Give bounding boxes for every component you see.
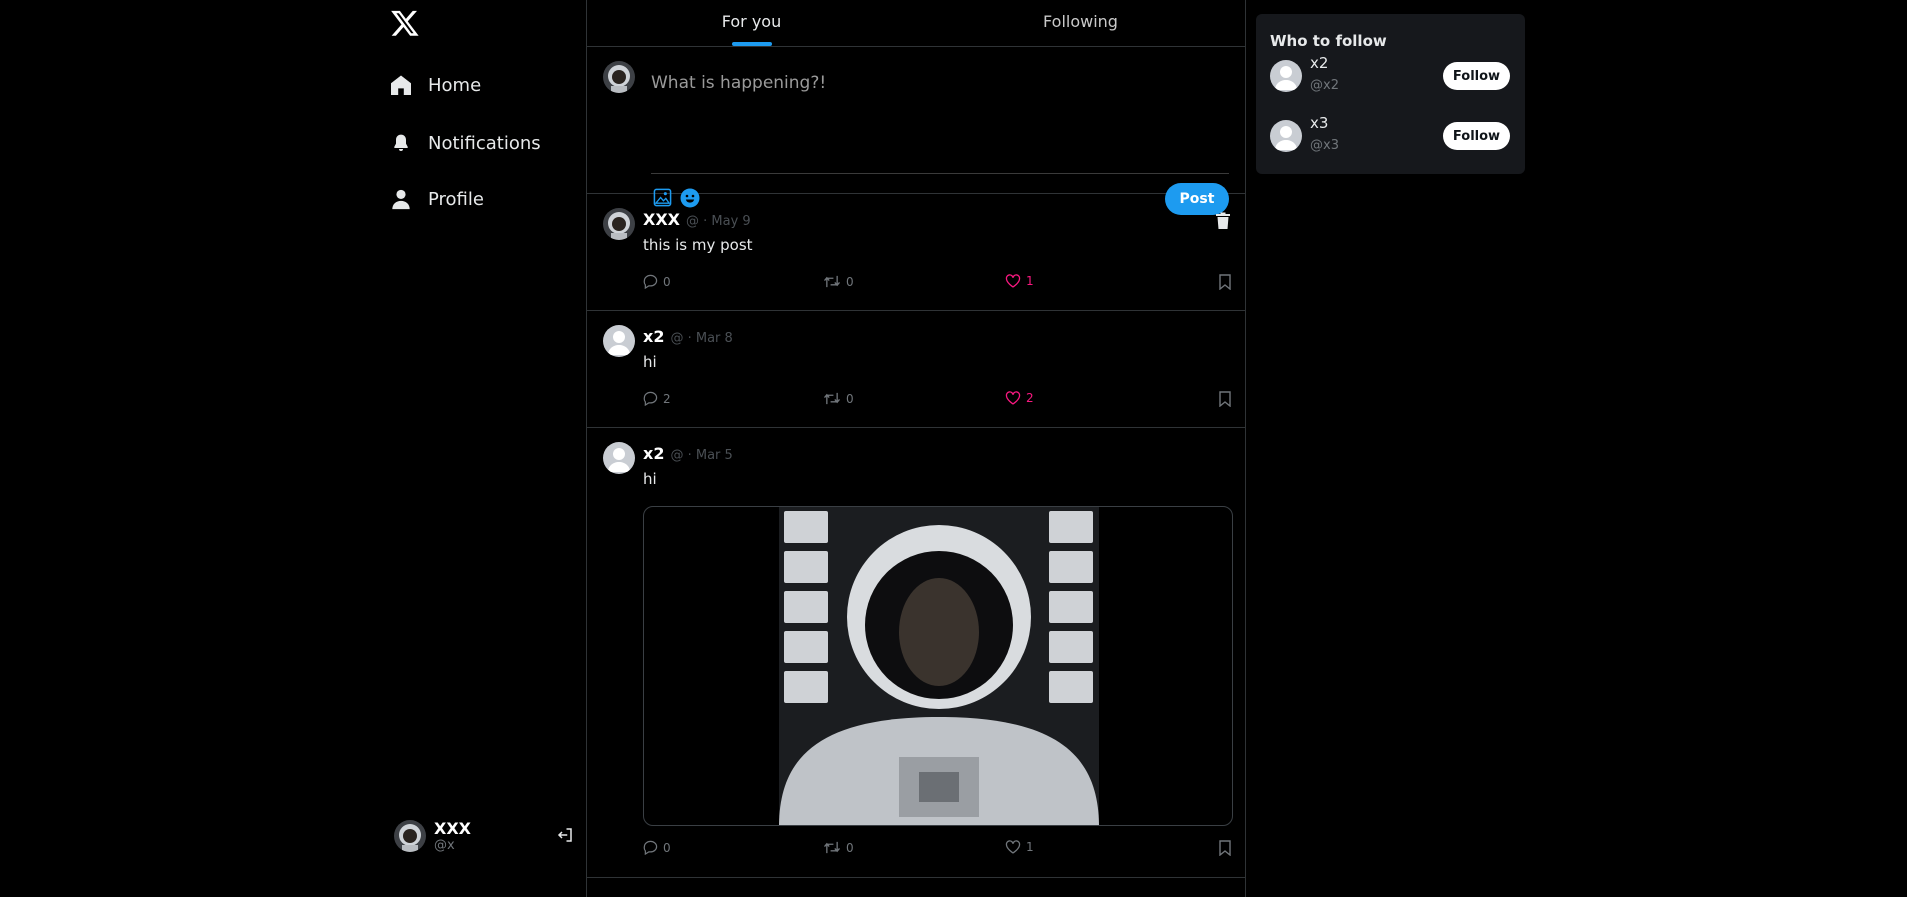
bell-icon <box>388 130 414 156</box>
nav-home[interactable]: Home <box>388 72 481 98</box>
post-meta: @ · Mar 5 <box>670 448 733 463</box>
follow-button[interactable]: Follow <box>1443 122 1510 150</box>
account-switcher[interactable]: XXX @x <box>394 816 580 856</box>
comment-icon <box>643 274 658 289</box>
compose-input[interactable] <box>651 63 1231 103</box>
bookmark-button[interactable] <box>1219 274 1231 290</box>
suggestion-handle: @x3 <box>1310 138 1339 153</box>
post-text: this is my post <box>643 236 753 254</box>
avatar <box>603 208 635 240</box>
post-actions: 0 0 1 <box>643 274 1233 292</box>
post-meta: @ · Mar 8 <box>670 331 733 346</box>
post-author[interactable]: x2 <box>643 444 664 463</box>
tab-following[interactable]: Following <box>916 0 1245 46</box>
repost-icon <box>823 840 841 855</box>
bookmark-button[interactable] <box>1219 391 1231 407</box>
tab-for-you[interactable]: For you <box>587 0 916 46</box>
post-actions: 0 0 1 <box>643 840 1233 858</box>
tab-for-you-label: For you <box>721 12 782 31</box>
post-text: hi <box>643 353 657 371</box>
home-icon <box>388 72 414 98</box>
timeline-tabs: For you Following <box>587 0 1245 47</box>
avatar <box>603 325 635 357</box>
reply-count: 2 <box>663 391 671 406</box>
avatar <box>1270 60 1302 92</box>
post-header: x2 @ · Mar 8 <box>643 327 733 346</box>
bookmark-icon <box>1219 274 1231 290</box>
who-to-follow-title: Who to follow <box>1270 32 1387 50</box>
astronaut-image <box>779 507 1099 825</box>
avatar <box>1270 120 1302 152</box>
post-author[interactable]: XXX <box>643 210 680 229</box>
reply-count: 0 <box>663 274 671 289</box>
reply-button[interactable]: 0 <box>643 840 671 855</box>
main-timeline: For you Following Post XXX @ · May <box>586 0 1246 897</box>
account-handle: @x <box>434 837 455 853</box>
nav-profile-label: Profile <box>428 188 484 210</box>
post-meta: @ · May 9 <box>686 214 751 229</box>
nav-notifications-label: Notifications <box>428 132 541 154</box>
like-count: 2 <box>1026 391 1034 405</box>
heart-icon <box>1005 274 1021 288</box>
post-author[interactable]: x2 <box>643 327 664 346</box>
nav-profile[interactable]: Profile <box>388 186 484 212</box>
bookmark-icon <box>1219 840 1231 856</box>
reply-button[interactable]: 0 <box>643 274 671 289</box>
avatar <box>603 442 635 474</box>
logout-icon[interactable] <box>556 826 574 844</box>
post-image[interactable] <box>643 506 1233 826</box>
left-sidebar: Home Notifications Profile XXX @x <box>380 0 586 897</box>
repost-count: 0 <box>846 840 854 855</box>
suggestion-name: x2 <box>1310 54 1329 72</box>
repost-button[interactable]: 0 <box>823 274 854 289</box>
like-count: 1 <box>1026 274 1034 288</box>
nav-home-label: Home <box>428 74 482 96</box>
reply-button[interactable]: 2 <box>643 391 671 406</box>
post-item[interactable]: x2 @ · Mar 8 hi 2 0 2 <box>587 311 1245 428</box>
x-logo-icon[interactable] <box>390 8 420 38</box>
heart-icon <box>1005 391 1021 405</box>
avatar <box>603 61 635 93</box>
heart-icon <box>1005 840 1021 854</box>
reply-count: 0 <box>663 840 671 855</box>
follow-suggestion[interactable]: x2 @x2 Follow <box>1270 54 1510 96</box>
delete-post-icon[interactable] <box>1215 212 1231 230</box>
post-header: XXX @ · May 9 <box>643 210 751 229</box>
repost-icon <box>823 274 841 289</box>
comment-icon <box>643 840 658 855</box>
bookmark-button[interactable] <box>1219 840 1231 856</box>
tab-following-label: Following <box>1043 12 1118 31</box>
repost-button[interactable]: 0 <box>823 391 854 406</box>
suggestion-handle: @x2 <box>1310 78 1339 93</box>
suggestion-name: x3 <box>1310 114 1329 132</box>
like-button[interactable]: 1 <box>1005 840 1034 854</box>
follow-suggestion[interactable]: x3 @x3 Follow <box>1270 114 1510 156</box>
who-to-follow-panel: Who to follow x2 @x2 Follow x3 @x3 Follo… <box>1256 14 1525 174</box>
active-tab-indicator <box>731 42 772 46</box>
comment-icon <box>643 391 658 406</box>
repost-count: 0 <box>846 391 854 406</box>
post-item[interactable]: x2 @ · Mar 5 hi 0 0 1 <box>587 428 1245 878</box>
follow-button[interactable]: Follow <box>1443 62 1510 90</box>
avatar <box>394 820 426 852</box>
nav-notifications[interactable]: Notifications <box>388 130 541 156</box>
account-name: XXX <box>434 818 472 838</box>
post-actions: 2 0 2 <box>643 391 1233 409</box>
composer-divider <box>651 173 1229 174</box>
like-count: 1 <box>1026 840 1034 854</box>
post-item[interactable]: XXX @ · May 9 this is my post 0 0 1 <box>587 194 1245 311</box>
like-button[interactable]: 2 <box>1005 391 1034 405</box>
post-text: hi <box>643 470 657 488</box>
repost-button[interactable]: 0 <box>823 840 854 855</box>
bookmark-icon <box>1219 391 1231 407</box>
repost-icon <box>823 391 841 406</box>
post-composer: Post <box>587 47 1245 215</box>
like-button[interactable]: 1 <box>1005 274 1034 288</box>
repost-count: 0 <box>846 274 854 289</box>
post-header: x2 @ · Mar 5 <box>643 444 733 463</box>
user-icon <box>388 186 414 212</box>
